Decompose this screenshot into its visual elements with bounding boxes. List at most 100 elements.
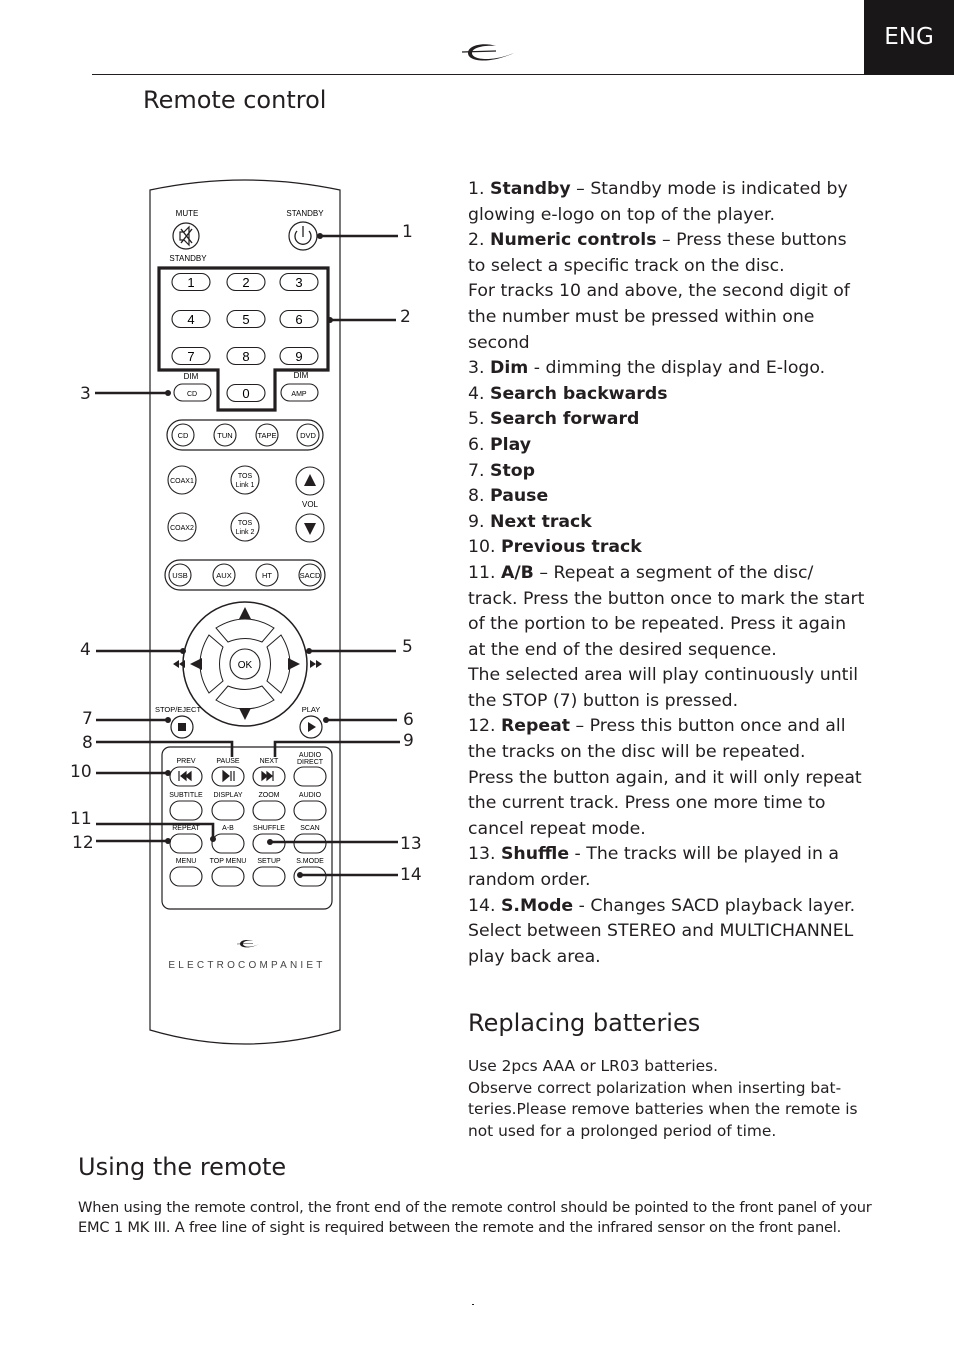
svg-text:COAX2: COAX2: [170, 525, 194, 532]
source-label: USB: [172, 571, 187, 580]
button-scan[interactable]: [293, 833, 327, 854]
button-menu[interactable]: [169, 866, 203, 887]
tos-link2-button: [230, 512, 260, 542]
svg-text:OK: OK: [238, 660, 253, 671]
item-number: 9.: [468, 511, 485, 532]
source-label: HT: [262, 571, 272, 580]
button-repeat[interactable]: [169, 833, 203, 854]
callout-1: 1: [402, 222, 413, 242]
brand-name: ELECTROCOMPANIET: [168, 960, 325, 971]
callout-10: 10: [70, 762, 92, 782]
description-item: 1. Standby – Standby mode is indicated b…: [468, 177, 868, 228]
svg-text:TOS: TOS: [238, 520, 253, 527]
description-item: For tracks 10 and above, the second digi…: [468, 279, 868, 356]
item-title: Standby: [490, 179, 571, 199]
numeric-key-label: 3: [295, 275, 302, 290]
svg-text:COAX1: COAX1: [170, 478, 194, 485]
item-title: Stop: [490, 460, 535, 481]
button-zoom[interactable]: [252, 800, 286, 821]
item-text: For tracks 10 and above, the second digi…: [468, 281, 850, 353]
item-number: 10.: [468, 537, 496, 558]
play-label: PLAY: [302, 705, 321, 714]
button-a-b[interactable]: [211, 833, 245, 854]
description-item: 14. S.Mode - Changes SACD playback layer…: [468, 894, 868, 971]
item-number: 5.: [468, 409, 485, 430]
button-label: ZOOM: [259, 792, 280, 799]
item-title: Play: [490, 434, 531, 455]
item-title: Repeat: [500, 716, 571, 737]
button-audio[interactable]: [293, 800, 327, 821]
button-label: AUDIO: [299, 792, 322, 799]
numeric-key-label: 9: [295, 349, 302, 364]
button-label: S.MODE: [296, 858, 324, 865]
item-number: 13.: [468, 844, 496, 865]
callout-11: 11: [70, 809, 92, 829]
callout-13: 13: [400, 834, 422, 854]
item-title: Dim: [490, 358, 529, 379]
using-remote-heading: Using the remote: [78, 1153, 287, 1181]
button-setup[interactable]: [252, 866, 286, 887]
button-label: A-B: [222, 825, 234, 832]
button-label: REPEAT: [172, 825, 200, 832]
description-item: Press the button again, and it will only…: [468, 766, 868, 843]
item-title: Previous track: [500, 537, 642, 558]
description-item: 3. Dim - dimming the display and E-logo.: [468, 356, 868, 382]
item-number: 11.: [468, 562, 496, 583]
button-display[interactable]: [211, 800, 245, 821]
source-label: SACD: [300, 571, 321, 580]
numeric-key-label: 2: [242, 275, 249, 290]
header-rule: [92, 74, 864, 75]
button-label: DISPLAY: [213, 792, 242, 799]
description-item: 4. Search backwards: [468, 382, 868, 408]
source-label: TUN: [217, 431, 232, 440]
remote-control-heading: Remote control: [143, 86, 327, 114]
callout-5: 5: [402, 637, 413, 657]
button-label: SHUFFLE: [253, 825, 285, 832]
description-item: 10. Previous track: [468, 535, 868, 561]
item-title: Numeric controls: [490, 230, 657, 251]
remote-control-illustration: MUTE STANDBY STANDBY 1 2 34 5 67 8 90 DIM DIM …: [70, 179, 422, 1045]
callout-9: 9: [403, 731, 414, 751]
button-label: MENU: [176, 858, 197, 865]
callout-4: 4: [80, 640, 91, 660]
item-text: Press the button again, and it will only…: [468, 767, 862, 839]
tos-link1-button: [230, 465, 260, 495]
button-label: TOP MENU: [210, 858, 247, 865]
source-label: CD: [178, 431, 189, 440]
callout-7: 7: [82, 709, 93, 729]
svg-text:Link 1: Link 1: [236, 482, 255, 489]
button-audio-direct[interactable]: [293, 766, 327, 787]
using-remote-paragraph: When using the remote control, the front…: [78, 1199, 872, 1236]
description-item: 12. Repeat – Press this button once and …: [468, 714, 868, 765]
button-label: PREV: [176, 758, 195, 765]
description-item: 13. Shuffle - The tracks will be played …: [468, 842, 868, 893]
e-logo-icon: [460, 40, 516, 72]
item-title: Pause: [490, 486, 549, 507]
replacing-batteries-heading: Replacing batteries: [468, 1009, 701, 1037]
svg-text:Link 2: Link 2: [236, 529, 255, 536]
page-marker: [472, 1304, 474, 1305]
item-title: S.Mode: [500, 895, 574, 916]
item-number: 3.: [468, 358, 485, 379]
button-label: PAUSE: [216, 758, 240, 765]
using-remote-text: When using the remote control, the front…: [78, 1198, 878, 1238]
numeric-key-label: 1: [187, 275, 194, 290]
button-subtitle[interactable]: [169, 800, 203, 821]
language-tab: ENG: [864, 0, 954, 75]
item-number: 6.: [468, 434, 485, 455]
callout-12: 12: [72, 833, 94, 853]
description-item: 5. Search forward: [468, 407, 868, 433]
item-title: Search backwards: [490, 383, 668, 404]
batteries-line-2: Observe correct polarization when insert…: [468, 1078, 858, 1140]
item-title: Shuffle: [500, 844, 570, 865]
dim-left-label: DIM: [184, 372, 199, 381]
description-item: 8. Pause: [468, 484, 868, 510]
item-number: 8.: [468, 486, 485, 507]
button-top-menu[interactable]: [211, 866, 245, 887]
source-label: DVD: [300, 431, 316, 440]
stop-icon: [178, 723, 186, 731]
item-title: Search forward: [490, 409, 640, 430]
description-item: 6. Play: [468, 433, 868, 459]
svg-text:DIRECT: DIRECT: [297, 759, 324, 766]
numeric-key-label: 8: [242, 349, 249, 364]
